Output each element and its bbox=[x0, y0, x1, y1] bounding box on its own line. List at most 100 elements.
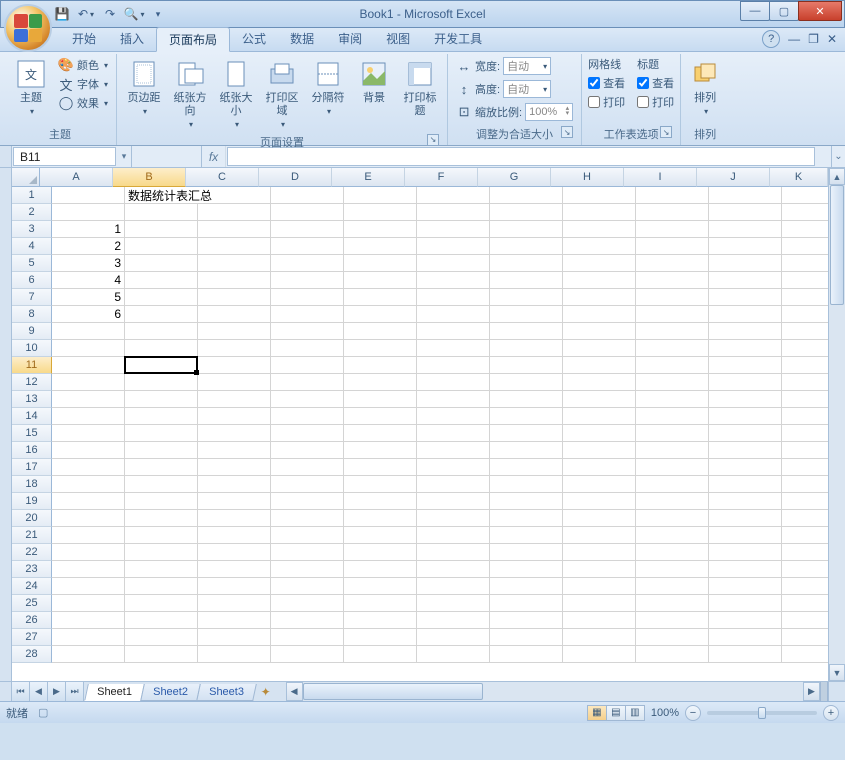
scroll-left-button[interactable]: ◀ bbox=[286, 682, 303, 701]
cell-H6[interactable] bbox=[563, 272, 636, 289]
scroll-up-button[interactable]: ▲ bbox=[829, 168, 845, 185]
cell-F6[interactable] bbox=[417, 272, 490, 289]
cell-I13[interactable] bbox=[636, 391, 709, 408]
cell-C7[interactable] bbox=[198, 289, 271, 306]
cell-H2[interactable] bbox=[563, 204, 636, 221]
cell-I2[interactable] bbox=[636, 204, 709, 221]
cell-K6[interactable] bbox=[782, 272, 828, 289]
cell-I11[interactable] bbox=[636, 357, 709, 374]
row-header-25[interactable]: 25 bbox=[12, 595, 52, 612]
cell-G23[interactable] bbox=[490, 561, 563, 578]
background-button[interactable]: 背景 bbox=[353, 56, 395, 107]
cell-A20[interactable] bbox=[52, 510, 125, 527]
cell-D3[interactable] bbox=[271, 221, 344, 238]
cell-J15[interactable] bbox=[709, 425, 782, 442]
cell-G9[interactable] bbox=[490, 323, 563, 340]
cell-E3[interactable] bbox=[344, 221, 417, 238]
cell-B17[interactable] bbox=[125, 459, 198, 476]
cell-D7[interactable] bbox=[271, 289, 344, 306]
cell-A25[interactable] bbox=[52, 595, 125, 612]
cell-H18[interactable] bbox=[563, 476, 636, 493]
cell-J24[interactable] bbox=[709, 578, 782, 595]
cell-J28[interactable] bbox=[709, 646, 782, 663]
cell-J13[interactable] bbox=[709, 391, 782, 408]
cell-E9[interactable] bbox=[344, 323, 417, 340]
column-header-B[interactable]: B bbox=[113, 168, 186, 187]
cell-K16[interactable] bbox=[782, 442, 828, 459]
cell-K24[interactable] bbox=[782, 578, 828, 595]
cell-H4[interactable] bbox=[563, 238, 636, 255]
cell-C3[interactable] bbox=[198, 221, 271, 238]
row-header-24[interactable]: 24 bbox=[12, 578, 52, 595]
row-header-12[interactable]: 12 bbox=[12, 374, 52, 391]
cell-K8[interactable] bbox=[782, 306, 828, 323]
cell-F16[interactable] bbox=[417, 442, 490, 459]
cell-E14[interactable] bbox=[344, 408, 417, 425]
formula-expand-button[interactable]: ⌄ bbox=[831, 146, 845, 167]
cell-I17[interactable] bbox=[636, 459, 709, 476]
cell-B1[interactable]: 数据统计表汇总 bbox=[125, 187, 271, 204]
cell-K26[interactable] bbox=[782, 612, 828, 629]
cell-K23[interactable] bbox=[782, 561, 828, 578]
cell-I10[interactable] bbox=[636, 340, 709, 357]
cell-B22[interactable] bbox=[125, 544, 198, 561]
cell-D27[interactable] bbox=[271, 629, 344, 646]
cell-K5[interactable] bbox=[782, 255, 828, 272]
cell-H1[interactable] bbox=[563, 187, 636, 204]
cell-A3[interactable]: 1 bbox=[52, 221, 125, 238]
cell-B16[interactable] bbox=[125, 442, 198, 459]
row-header-18[interactable]: 18 bbox=[12, 476, 52, 493]
cell-A13[interactable] bbox=[52, 391, 125, 408]
cell-I15[interactable] bbox=[636, 425, 709, 442]
sheet-tab-Sheet3[interactable]: Sheet3 bbox=[196, 684, 256, 701]
cell-E4[interactable] bbox=[344, 238, 417, 255]
column-header-I[interactable]: I bbox=[624, 168, 697, 187]
cell-B12[interactable] bbox=[125, 374, 198, 391]
cell-E7[interactable] bbox=[344, 289, 417, 306]
cell-G22[interactable] bbox=[490, 544, 563, 561]
tab-插入[interactable]: 插入 bbox=[108, 27, 156, 51]
cell-F18[interactable] bbox=[417, 476, 490, 493]
cell-I5[interactable] bbox=[636, 255, 709, 272]
row-header-4[interactable]: 4 bbox=[12, 238, 52, 255]
cell-E8[interactable] bbox=[344, 306, 417, 323]
theme-fonts-button[interactable]: 文字体▾ bbox=[56, 75, 110, 93]
cell-A14[interactable] bbox=[52, 408, 125, 425]
cell-K27[interactable] bbox=[782, 629, 828, 646]
cell-B5[interactable] bbox=[125, 255, 198, 272]
cell-E17[interactable] bbox=[344, 459, 417, 476]
cell-K28[interactable] bbox=[782, 646, 828, 663]
cell-F20[interactable] bbox=[417, 510, 490, 527]
cell-H14[interactable] bbox=[563, 408, 636, 425]
cell-F4[interactable] bbox=[417, 238, 490, 255]
page-setup-launcher[interactable]: ↘ bbox=[427, 134, 439, 146]
cell-E12[interactable] bbox=[344, 374, 417, 391]
cell-K18[interactable] bbox=[782, 476, 828, 493]
cell-H23[interactable] bbox=[563, 561, 636, 578]
cell-F17[interactable] bbox=[417, 459, 490, 476]
row-header-7[interactable]: 7 bbox=[12, 289, 52, 306]
cell-D19[interactable] bbox=[271, 493, 344, 510]
sheet-nav-prev[interactable]: ◀ bbox=[30, 682, 48, 701]
cell-D16[interactable] bbox=[271, 442, 344, 459]
cell-B19[interactable] bbox=[125, 493, 198, 510]
cell-B15[interactable] bbox=[125, 425, 198, 442]
cell-I1[interactable] bbox=[636, 187, 709, 204]
cell-C24[interactable] bbox=[198, 578, 271, 595]
cell-C22[interactable] bbox=[198, 544, 271, 561]
theme-colors-button[interactable]: 🎨颜色▾ bbox=[56, 56, 110, 74]
cell-A28[interactable] bbox=[52, 646, 125, 663]
cell-G5[interactable] bbox=[490, 255, 563, 272]
cell-B25[interactable] bbox=[125, 595, 198, 612]
cell-D10[interactable] bbox=[271, 340, 344, 357]
cell-F21[interactable] bbox=[417, 527, 490, 544]
office-button[interactable] bbox=[4, 4, 52, 52]
sheet-options-launcher[interactable]: ↘ bbox=[660, 126, 672, 138]
cell-J16[interactable] bbox=[709, 442, 782, 459]
cell-E5[interactable] bbox=[344, 255, 417, 272]
new-sheet-button[interactable]: ✦ bbox=[254, 682, 278, 701]
cell-K4[interactable] bbox=[782, 238, 828, 255]
arrange-button[interactable]: 排列▾ bbox=[687, 56, 723, 119]
cell-C26[interactable] bbox=[198, 612, 271, 629]
cell-G1[interactable] bbox=[490, 187, 563, 204]
